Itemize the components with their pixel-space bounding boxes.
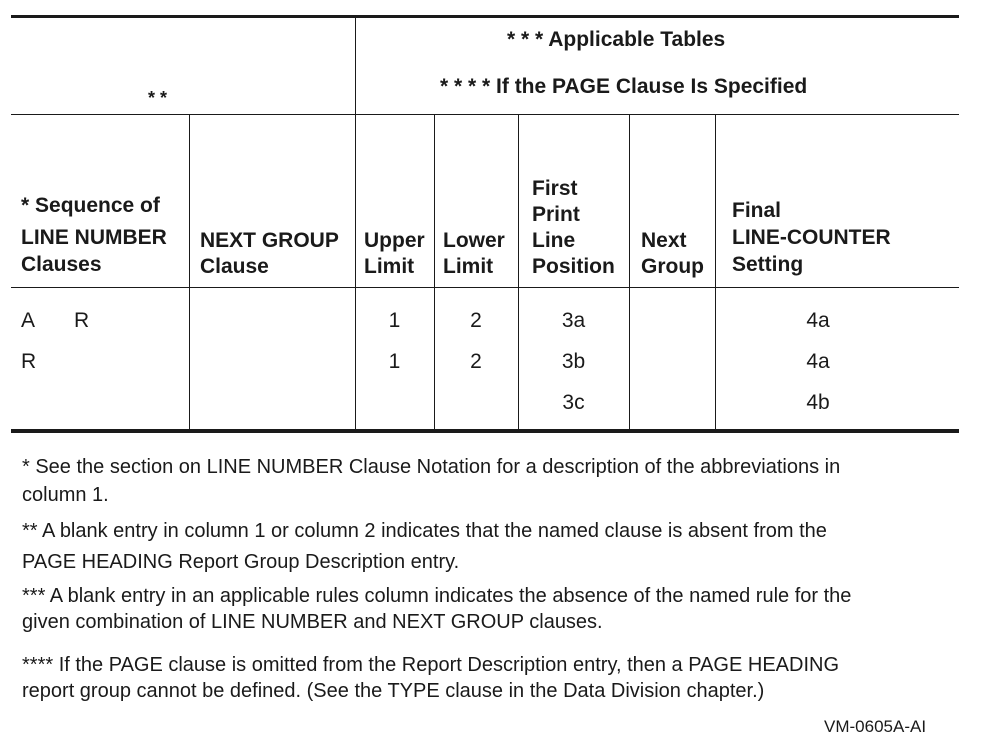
applicable-tables-heading: * * * Applicable Tables [507, 28, 726, 51]
column-divider [434, 114, 435, 430]
header-divider-rule [11, 114, 959, 115]
column-divider [518, 114, 519, 430]
cell-seq-a: A [21, 309, 36, 332]
column-divider [629, 114, 630, 430]
col-header-next-group-clause: NEXT GROUP Clause [200, 229, 339, 278]
cell-upper-limit: 1 [388, 350, 401, 373]
cell-lower-limit: 2 [470, 350, 482, 373]
column-header-bottom-rule [11, 287, 959, 288]
cell-final-line-counter: 4a [806, 309, 830, 332]
table-top-rule [11, 15, 959, 18]
footnote-1: * See the section on LINE NUMBER Clause … [22, 456, 841, 506]
cell-seq-a: R [21, 350, 37, 373]
figure-id: VM-0605A-AI [824, 717, 927, 736]
cell-final-line-counter: 4b [806, 391, 830, 414]
cell-seq-b: R [74, 309, 90, 332]
cell-upper-limit: 1 [388, 309, 401, 332]
col-header-next-group: Next Group [641, 229, 704, 278]
col-header-upper-limit: Upper Limit [364, 229, 425, 278]
column-divider [715, 114, 716, 430]
cell-first-print-line: 3c [562, 391, 585, 414]
footnote-2: ** A blank entry in column 1 or column 2… [22, 520, 827, 573]
col-header-lower-limit: Lower Limit [443, 229, 505, 278]
cell-lower-limit: 2 [470, 309, 482, 332]
col-header-sequence: * Sequence of LINE NUMBER Clauses [21, 194, 167, 276]
cell-final-line-counter: 4a [806, 350, 830, 373]
footnote-4: **** If the PAGE clause is omitted from … [22, 654, 840, 702]
cell-first-print-line: 3a [561, 309, 586, 332]
column-divider [189, 114, 190, 430]
top-left-marker: * * [148, 88, 168, 108]
cell-first-print-line: 3b [561, 350, 586, 373]
footnote-3: *** A blank entry in an applicable rules… [22, 585, 852, 633]
table-bottom-rule [11, 429, 959, 433]
page-clause-heading: * * * * If the PAGE Clause Is Specified [440, 75, 808, 98]
col-header-final-line-counter: Final LINE-COUNTER Setting [732, 199, 891, 276]
col-header-first-print-line-position: First Print Line Position [532, 177, 615, 278]
